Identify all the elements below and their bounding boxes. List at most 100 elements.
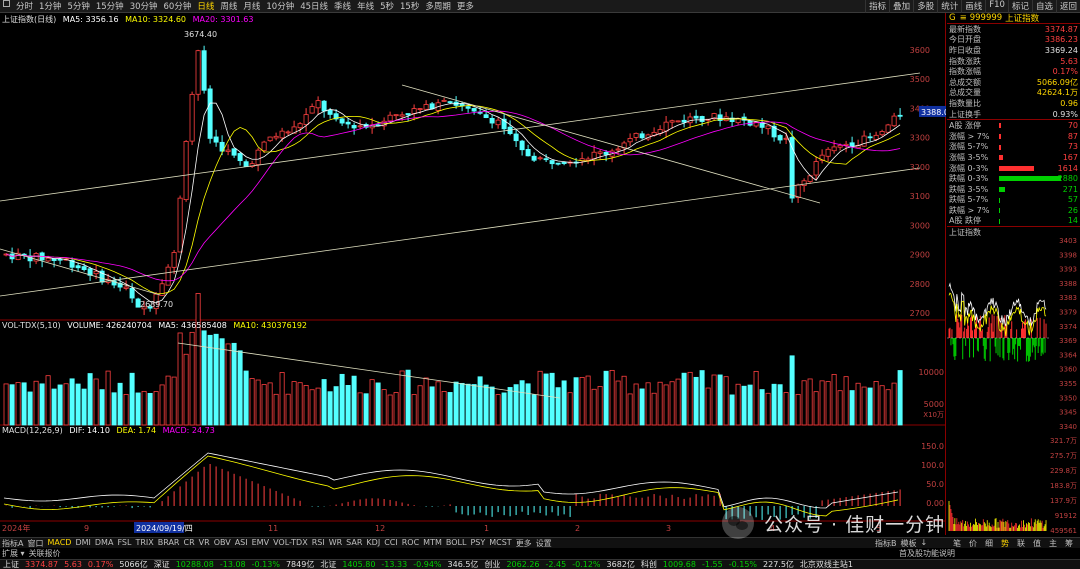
tool-button[interactable]: 统计 [937,0,961,13]
volume-bar [573,377,579,426]
volume-bar [237,350,243,426]
volume-bar [309,389,315,426]
candle-body [315,100,321,109]
tool-button[interactable]: 返回 [1055,0,1080,13]
period-tab[interactable]: 1分钟 [36,0,64,12]
indicator-tab[interactable]: EMV [250,538,271,549]
indicator-tab[interactable]: 更多 [514,538,534,549]
tool-button[interactable]: 叠加 [889,0,913,13]
tool-button[interactable]: 指标 [865,0,889,13]
period-tab[interactable]: 日线 [194,0,217,12]
indicator-tab[interactable]: ASI [233,538,250,549]
function-help[interactable]: 首及股功能说明 [899,548,955,559]
period-tab[interactable]: 30分钟 [127,0,161,12]
indicator-tab[interactable]: CR [182,538,197,549]
period-tab[interactable]: 月线 [240,0,263,12]
indicator-tab[interactable]: DMI [73,538,92,549]
tool-button[interactable]: 画线 [961,0,985,13]
status-segment: 2062.26 [506,560,540,569]
volume-bar [117,382,123,426]
indicator-tab[interactable]: CCI [382,538,400,549]
breadth-label: 涨幅 3-5% [949,152,989,162]
quote-tab[interactable]: 主 [1045,538,1061,549]
period-tab[interactable]: 年线 [354,0,377,12]
volume-bar [645,382,651,426]
x-axis-year: 2024年 [2,523,30,533]
indicator-tab[interactable]: DMA [93,538,116,549]
tool-button[interactable]: 多股 [913,0,937,13]
breadth-row: A股 跌停 14 [947,216,1080,227]
kline-chart-svg[interactable]: 3674.402689.7036003500340033003200310030… [0,13,946,535]
indicator-tab[interactable]: RSI [310,538,327,549]
extension-tab[interactable]: 关联报价 [27,548,63,559]
candle-body [591,151,597,160]
indicator-tab[interactable]: BRAR [156,538,182,549]
candle-body [357,125,363,128]
indicator-tab[interactable]: MCST [487,538,513,549]
macd-legend: MACD(12,26,9) DIF: 14.10 DEA: 1.74 MACD:… [2,426,215,435]
mini-vol-axis-label: 91912 [1055,512,1077,520]
indicator-tab[interactable]: TRIX [133,538,155,549]
indicator-tab[interactable]: KDJ [364,538,382,549]
period-tab[interactable]: 45日线 [297,0,331,12]
window-icon[interactable] [3,0,10,7]
indicator-tab[interactable]: PSY [468,538,487,549]
quote-tab[interactable]: 筹 [1061,538,1077,549]
volume-bar [477,376,483,426]
period-tab[interactable]: 60分钟 [161,0,195,12]
volume-bar [609,369,615,426]
period-tab[interactable]: 15分钟 [93,0,127,12]
kline-chart-area[interactable]: 3674.402689.7036003500340033003200310030… [0,13,946,535]
volume-bar [819,380,825,426]
period-tab[interactable]: 15秒 [397,0,422,12]
candle-body [867,136,873,139]
volume-bar [159,384,165,426]
volume-bar [567,392,573,426]
volume-bar [747,384,753,426]
period-tab[interactable]: 10分钟 [263,0,297,12]
indicator-tab[interactable]: WR [327,538,344,549]
quote-label: 今日开盘 [949,35,981,45]
volume-bar [849,390,855,426]
indicator-tab[interactable]: ROC [400,538,421,549]
low-price-label: 2689.70 [140,300,173,309]
candle-body [459,103,465,107]
indicator-tab[interactable]: MTM [421,538,444,549]
volume-bar [579,376,585,426]
period-tab[interactable]: 5秒 [377,0,397,12]
period-tab[interactable]: 更多 [454,0,477,12]
x-axis-label: 2 [575,524,580,533]
menu-icon[interactable]: ≡ [960,13,967,23]
indicator-tab[interactable]: SAR [344,538,364,549]
volume-bar [417,385,423,426]
period-tab[interactable]: 多周期 [422,0,454,12]
period-tab[interactable]: 季线 [331,0,354,12]
extension-tab[interactable]: 扩展 ▾ [0,548,27,559]
indicator-tab[interactable]: OBV [212,538,233,549]
candle-body [633,132,639,138]
volume-bar [729,394,735,426]
volume-bar [687,371,693,426]
candle-body [669,120,675,123]
volume-bar [699,370,705,426]
candle-body [57,258,63,261]
indicator-tab[interactable]: 设置 [534,538,554,549]
indicator-tab[interactable]: VR [197,538,212,549]
breadth-value: 73 [1067,142,1078,152]
volume-bar [813,391,819,426]
indicator-tab[interactable]: FSL [115,538,133,549]
period-tab[interactable]: 周线 [217,0,240,12]
quote-value: 3386.23 [1044,35,1078,45]
period-tab[interactable]: 分时 [13,0,36,12]
mini-vol-axis-label: 137.9万 [1050,497,1077,505]
volume-bar [147,392,153,426]
indicator-tab[interactable]: BOLL [444,538,469,549]
status-segment: -13.08 [219,560,246,569]
volume-bar [591,388,597,426]
breadth-row: 跌幅 0-3% 2880 [947,173,1080,184]
intraday-mini-chart[interactable]: 3403 3398 3393 3388 3383 3379 3374 3369 3364 3360… [947,237,1080,533]
indicator-tab[interactable]: VOL-TDX [271,538,310,549]
candle-body [543,158,549,161]
period-tab[interactable]: 5分钟 [64,0,92,12]
status-segment: 10288.08 [175,560,214,569]
